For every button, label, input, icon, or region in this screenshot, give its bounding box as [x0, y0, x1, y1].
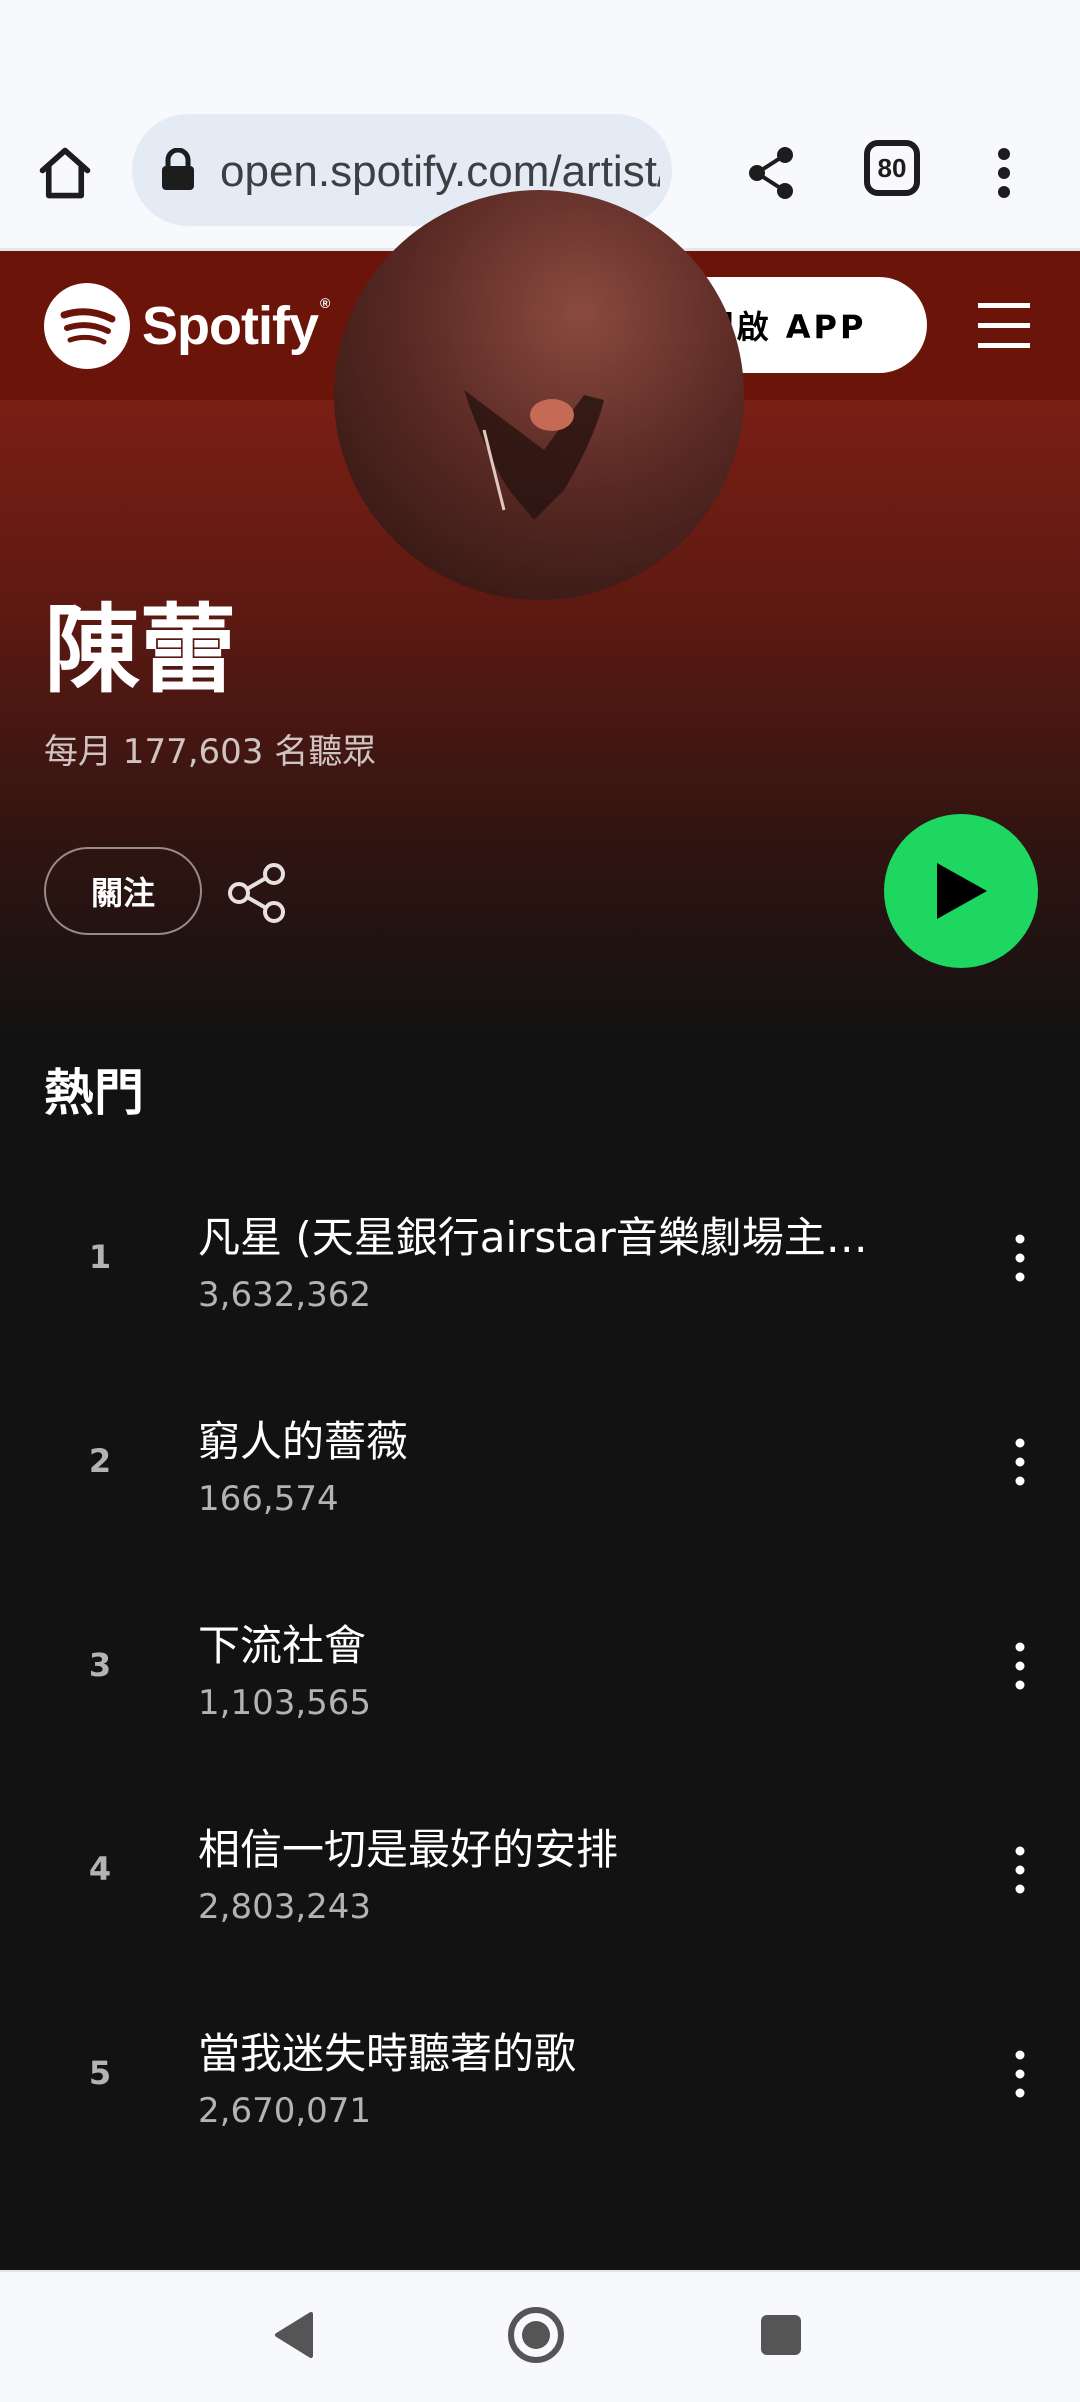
track-row[interactable]: 3 下流社會 1,103,565 — [0, 1588, 1080, 1792]
play-icon — [937, 863, 987, 919]
artist-hero: 陳蕾 每月 177,603 名聽眾 關注 — [0, 190, 1080, 1040]
track-row[interactable]: 2 窮人的薔薇 166,574 — [0, 1384, 1080, 1588]
play-button[interactable] — [884, 814, 1038, 968]
artist-image — [334, 190, 744, 600]
system-navigation-bar — [0, 2270, 1080, 2402]
spotify-logo-icon — [44, 283, 130, 369]
track-title: 下流社會 — [198, 1621, 367, 1670]
track-row[interactable]: 1 凡星 (天星銀行airstar音樂劇場主… 3,632,362 — [0, 1180, 1080, 1384]
track-row[interactable]: 5 當我迷失時聽著的歌 2,670,071 — [0, 1996, 1080, 2200]
spotify-logo[interactable]: Spotify ® — [44, 281, 330, 371]
more-vert-icon[interactable] — [1000, 2034, 1040, 2114]
more-vert-icon[interactable] — [1000, 1218, 1040, 1298]
track-plays: 3,632,362 — [198, 1275, 372, 1315]
more-vert-icon[interactable] — [984, 138, 1024, 208]
track-rank: 4 — [88, 1850, 112, 1888]
monthly-listeners: 每月 177,603 名聽眾 — [44, 732, 377, 772]
popular-heading: 熱門 — [44, 1064, 144, 1122]
track-plays: 1,103,565 — [198, 1683, 372, 1723]
home-icon[interactable] — [30, 138, 100, 208]
more-vert-icon[interactable] — [1000, 1422, 1040, 1502]
track-rank: 5 — [88, 2054, 112, 2092]
tabs-icon[interactable]: 80 — [864, 140, 920, 196]
home-circle-icon[interactable] — [501, 2300, 571, 2370]
track-rank: 3 — [88, 1646, 112, 1684]
brand-name: Spotify ® — [142, 295, 330, 356]
more-vert-icon[interactable] — [1000, 1830, 1040, 1910]
share-icon[interactable] — [226, 862, 288, 924]
back-icon[interactable] — [258, 2300, 328, 2370]
url-text: open.spotify.com/artist/ — [220, 147, 660, 196]
track-plays: 2,803,243 — [198, 1887, 372, 1927]
hamburger-icon[interactable] — [978, 299, 1030, 351]
lock-icon — [158, 147, 198, 192]
follow-button[interactable]: 關注 — [44, 847, 202, 935]
recents-icon[interactable] — [746, 2300, 816, 2370]
status-bar — [0, 0, 1080, 96]
track-title: 窮人的薔薇 — [198, 1417, 409, 1466]
artist-name: 陳蕾 — [44, 594, 236, 706]
track-list: 1 凡星 (天星銀行airstar音樂劇場主… 3,632,362 2 窮人的薔… — [0, 1180, 1080, 2200]
track-title: 凡星 (天星銀行airstar音樂劇場主… — [198, 1213, 868, 1262]
track-plays: 2,670,071 — [198, 2091, 372, 2131]
track-title: 當我迷失時聽著的歌 — [198, 2029, 577, 2078]
track-rank: 2 — [88, 1442, 112, 1480]
track-plays: 166,574 — [198, 1479, 339, 1519]
track-rank: 1 — [88, 1238, 112, 1276]
track-row[interactable]: 4 相信一切是最好的安排 2,803,243 — [0, 1792, 1080, 1996]
more-vert-icon[interactable] — [1000, 1626, 1040, 1706]
share-icon[interactable] — [738, 138, 804, 208]
track-title: 相信一切是最好的安排 — [198, 1825, 619, 1874]
